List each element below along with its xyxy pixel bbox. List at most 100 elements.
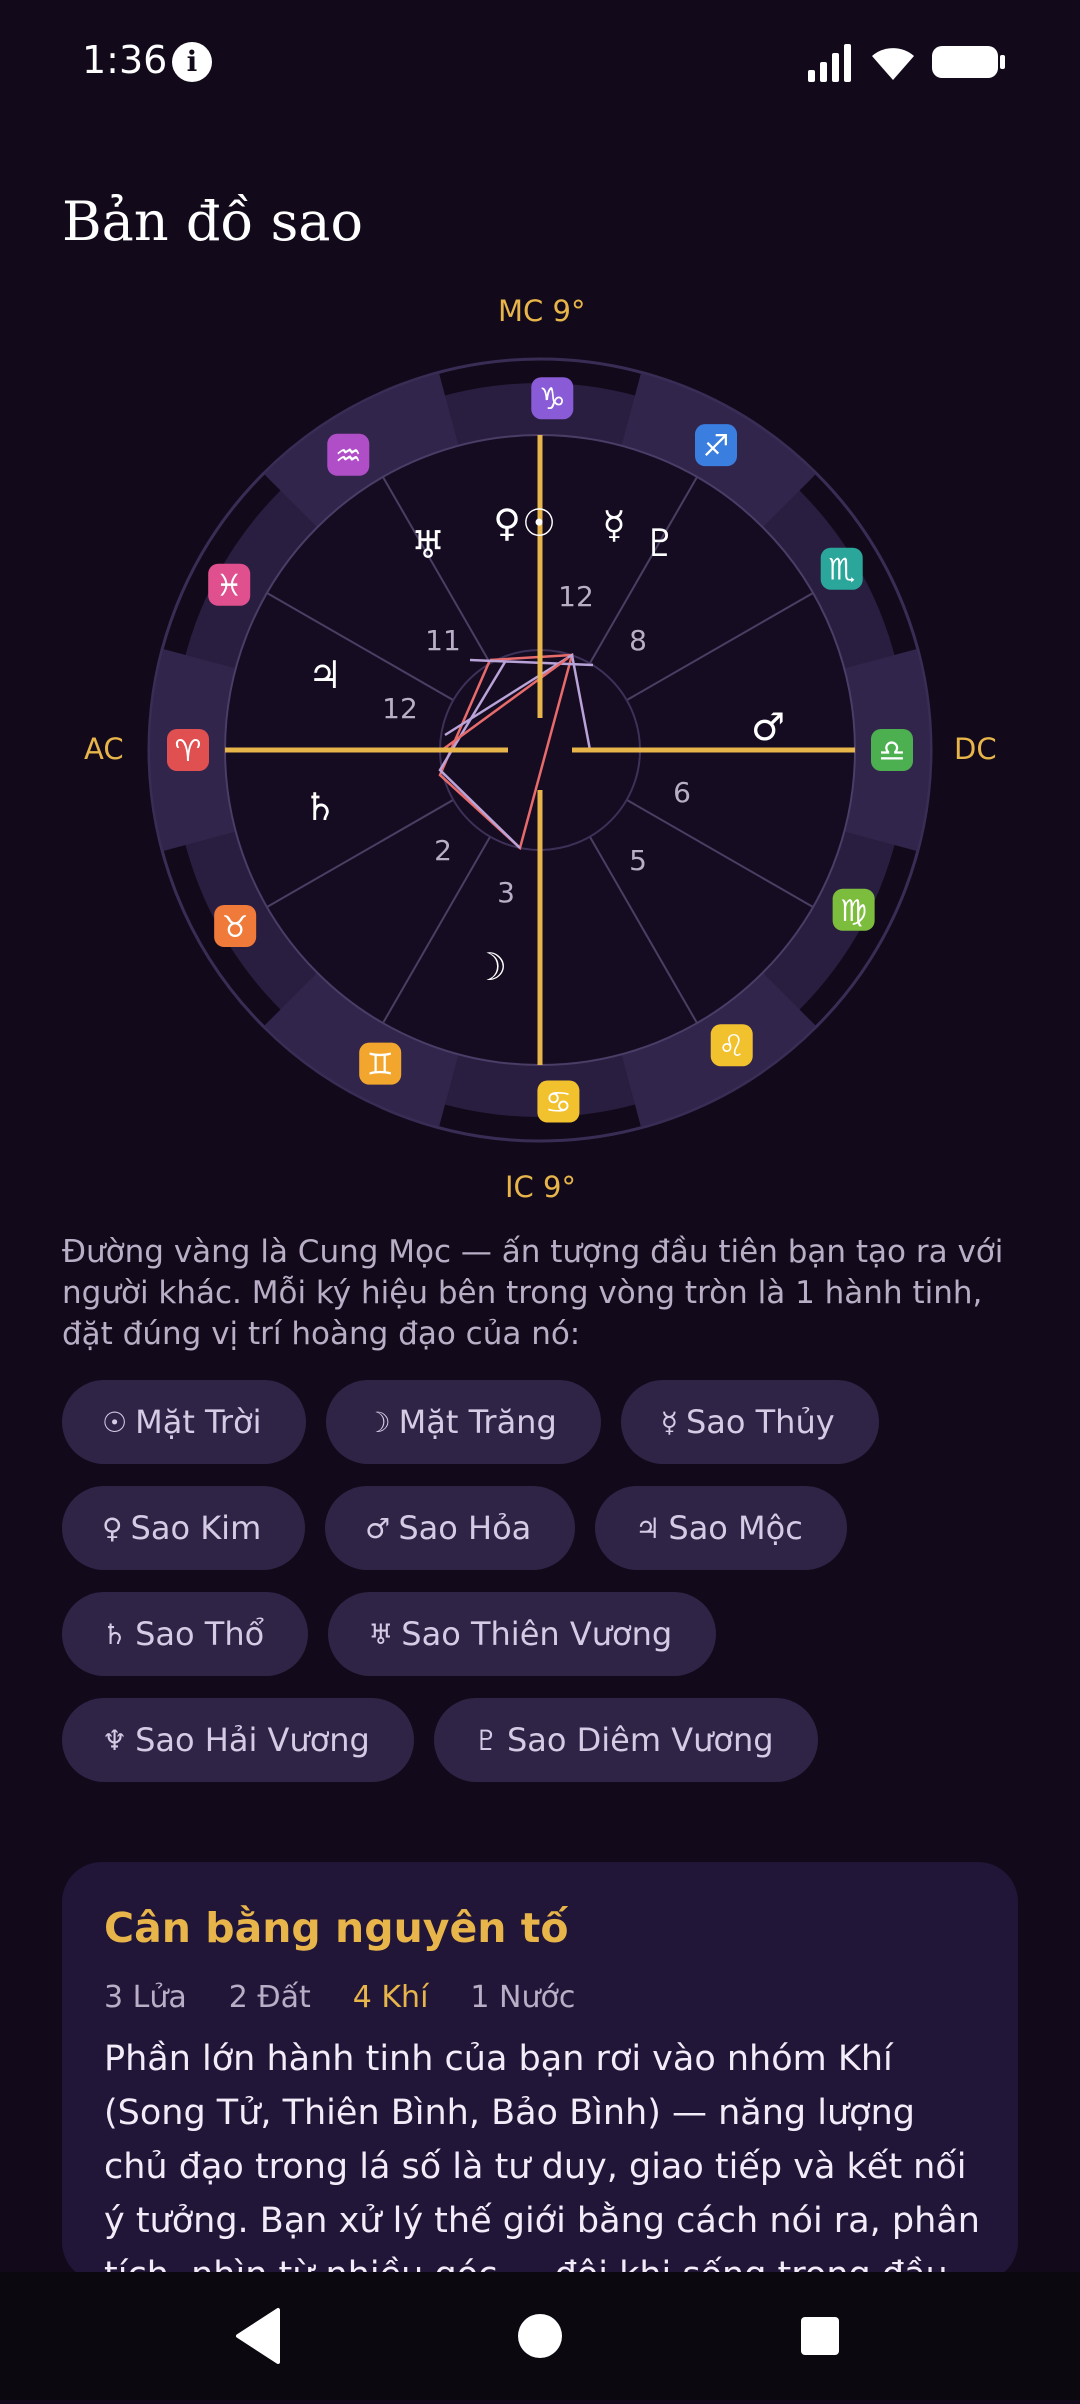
capricorn-icon: ♑: [531, 377, 574, 420]
svg-text:♋: ♋: [545, 1086, 572, 1121]
earth-count: 2 Đất: [228, 1980, 311, 2015]
house-11: 11: [425, 624, 461, 657]
uranus-icon: ♅: [368, 1617, 394, 1651]
saturn-icon: ♄: [102, 1617, 128, 1651]
ac-label: AC: [84, 732, 124, 766]
info-icon: i: [172, 42, 212, 82]
chip-label: Sao Thổ: [135, 1615, 265, 1653]
gemini-icon: ♊: [359, 1042, 402, 1085]
pluto-icon: ♇: [643, 521, 677, 565]
chip-saturn[interactable]: ♄ Sao Thổ: [62, 1592, 309, 1676]
element-balance-card: Cân bằng nguyên tố 3 Lửa 2 Đất 4 Khí 1 N…: [62, 1862, 1018, 2282]
virgo-icon: ♍: [832, 888, 875, 931]
chip-venus[interactable]: ♀ Sao Kim: [62, 1486, 306, 1570]
svg-text:♉: ♉: [222, 910, 249, 945]
jupiter-icon: ♃: [635, 1511, 661, 1545]
mercury-icon: ☿: [602, 503, 625, 547]
chip-label: Mặt Trời: [135, 1403, 262, 1441]
svg-text:♊: ♊: [367, 1048, 394, 1083]
neptune-icon: ♆: [102, 1723, 128, 1757]
air-count: 4 Khí: [352, 1980, 429, 2015]
pisces-icon: ♓: [208, 563, 251, 606]
recents-icon: [801, 2317, 839, 2355]
jupiter-icon: ♃: [308, 653, 342, 697]
signal-icon: [808, 44, 851, 82]
status-time: 1:36: [82, 38, 168, 82]
element-counts: 3 Lửa 2 Đất 4 Khí 1 Nước: [104, 1980, 575, 2015]
status-bar: 1:36 i: [0, 0, 1080, 120]
scorpio-icon: ♏: [820, 547, 863, 590]
fire-count: 3 Lửa: [104, 1980, 187, 2015]
wifi-icon: [872, 48, 914, 80]
svg-text:♓: ♓: [216, 569, 243, 604]
chip-label: Sao Hỏa: [398, 1509, 532, 1547]
back-icon: [236, 2308, 280, 2364]
chart-description: Đường vàng là Cung Mọc — ấn tượng đầu ti…: [62, 1234, 1004, 1352]
house-2: 2: [434, 834, 452, 867]
svg-text:♑: ♑: [539, 382, 566, 417]
chip-jupiter[interactable]: ♃ Sao Mộc: [595, 1486, 847, 1570]
mc-label: MC 9°: [498, 294, 586, 328]
chip-label: Sao Hải Vương: [135, 1721, 370, 1759]
svg-text:♒: ♒: [335, 439, 362, 474]
water-count: 1 Nước: [470, 1980, 576, 2015]
planet-legend: ☉ Mặt Trời ☽ Mặt Trăng ☿ Sao Thủy ♀ Sao Kim …: [62, 1380, 1022, 1804]
ic-label: IC 9°: [505, 1170, 576, 1204]
sun-icon: ☉: [522, 501, 556, 545]
house-8: 8: [629, 624, 647, 657]
leo-icon: ♌: [710, 1024, 753, 1067]
chip-label: Mặt Trăng: [398, 1403, 557, 1441]
chip-moon[interactable]: ☽ Mặt Trăng: [325, 1380, 601, 1464]
page-title: Bản đồ sao: [62, 190, 364, 253]
recents-button[interactable]: [720, 2272, 920, 2400]
venus-icon: ♀: [493, 501, 521, 545]
svg-text:♈: ♈: [175, 734, 202, 769]
home-button[interactable]: [440, 2272, 640, 2400]
sagittarius-icon: ♐: [695, 424, 737, 467]
chip-label: Sao Diêm Vương: [506, 1721, 774, 1759]
chip-mars[interactable]: ♂ Sao Hỏa: [325, 1486, 576, 1570]
pluto-icon: ♇: [473, 1723, 499, 1757]
status-icons: [806, 40, 1006, 84]
chip-neptune[interactable]: ♆ Sao Hải Vương: [62, 1698, 414, 1782]
svg-text:♐: ♐: [703, 429, 730, 464]
svg-text:♍: ♍: [840, 894, 867, 929]
chip-label: Sao Thiên Vương: [401, 1615, 673, 1653]
sun-icon: ☉: [102, 1405, 128, 1439]
chip-pluto[interactable]: ♇ Sao Diêm Vương: [433, 1698, 818, 1782]
navigation-bar: [0, 2272, 1080, 2400]
chip-label: Sao Thủy: [685, 1403, 835, 1441]
house-9: 12: [558, 580, 594, 613]
card-body: Phần lớn hành tinh của bạn rơi vào nhóm …: [104, 2039, 980, 2282]
moon-icon: ☽: [473, 945, 507, 989]
house-3: 3: [497, 876, 515, 909]
natal-chart: 12 8 11 12 6 5 2 3 ♀ ☉ ☿ ♇ ♅ ♃ ♄ ♂ ☽ ♑ ♐ ♏…: [0, 280, 1080, 1220]
house-5: 5: [629, 844, 647, 877]
cancer-icon: ♋: [537, 1080, 580, 1123]
dc-label: DC: [954, 732, 997, 766]
battery-icon: [932, 46, 1005, 78]
saturn-icon: ♄: [303, 785, 337, 829]
svg-text:♎: ♎: [879, 734, 906, 769]
card-title: Cân bằng nguyên tố: [104, 1904, 569, 1952]
back-button[interactable]: [158, 2272, 358, 2400]
home-icon: [518, 2314, 562, 2358]
svg-text:♌: ♌: [718, 1029, 745, 1064]
uranus-icon: ♅: [411, 523, 445, 567]
chip-label: Sao Mộc: [668, 1509, 803, 1547]
svg-text:♏: ♏: [828, 553, 855, 588]
venus-icon: ♀: [102, 1511, 123, 1545]
aquarius-icon: ♒: [327, 433, 370, 476]
chip-uranus[interactable]: ♅ Sao Thiên Vương: [328, 1592, 717, 1676]
aries-icon: ♈: [167, 729, 209, 771]
house-12: 12: [382, 692, 418, 725]
taurus-icon: ♉: [214, 905, 257, 947]
libra-icon: ♎: [871, 729, 913, 771]
natal-chart-wheel: 12 8 11 12 6 5 2 3 ♀ ☉ ☿ ♇ ♅ ♃ ♄ ♂ ☽ ♑ ♐ ♏…: [147, 357, 933, 1143]
house-6: 6: [673, 776, 691, 809]
chip-sun[interactable]: ☉ Mặt Trời: [62, 1380, 306, 1464]
moon-icon: ☽: [365, 1405, 391, 1439]
chip-mercury[interactable]: ☿ Sao Thủy: [620, 1380, 879, 1464]
chip-label: Sao Kim: [130, 1509, 262, 1547]
mercury-icon: ☿: [660, 1405, 678, 1439]
